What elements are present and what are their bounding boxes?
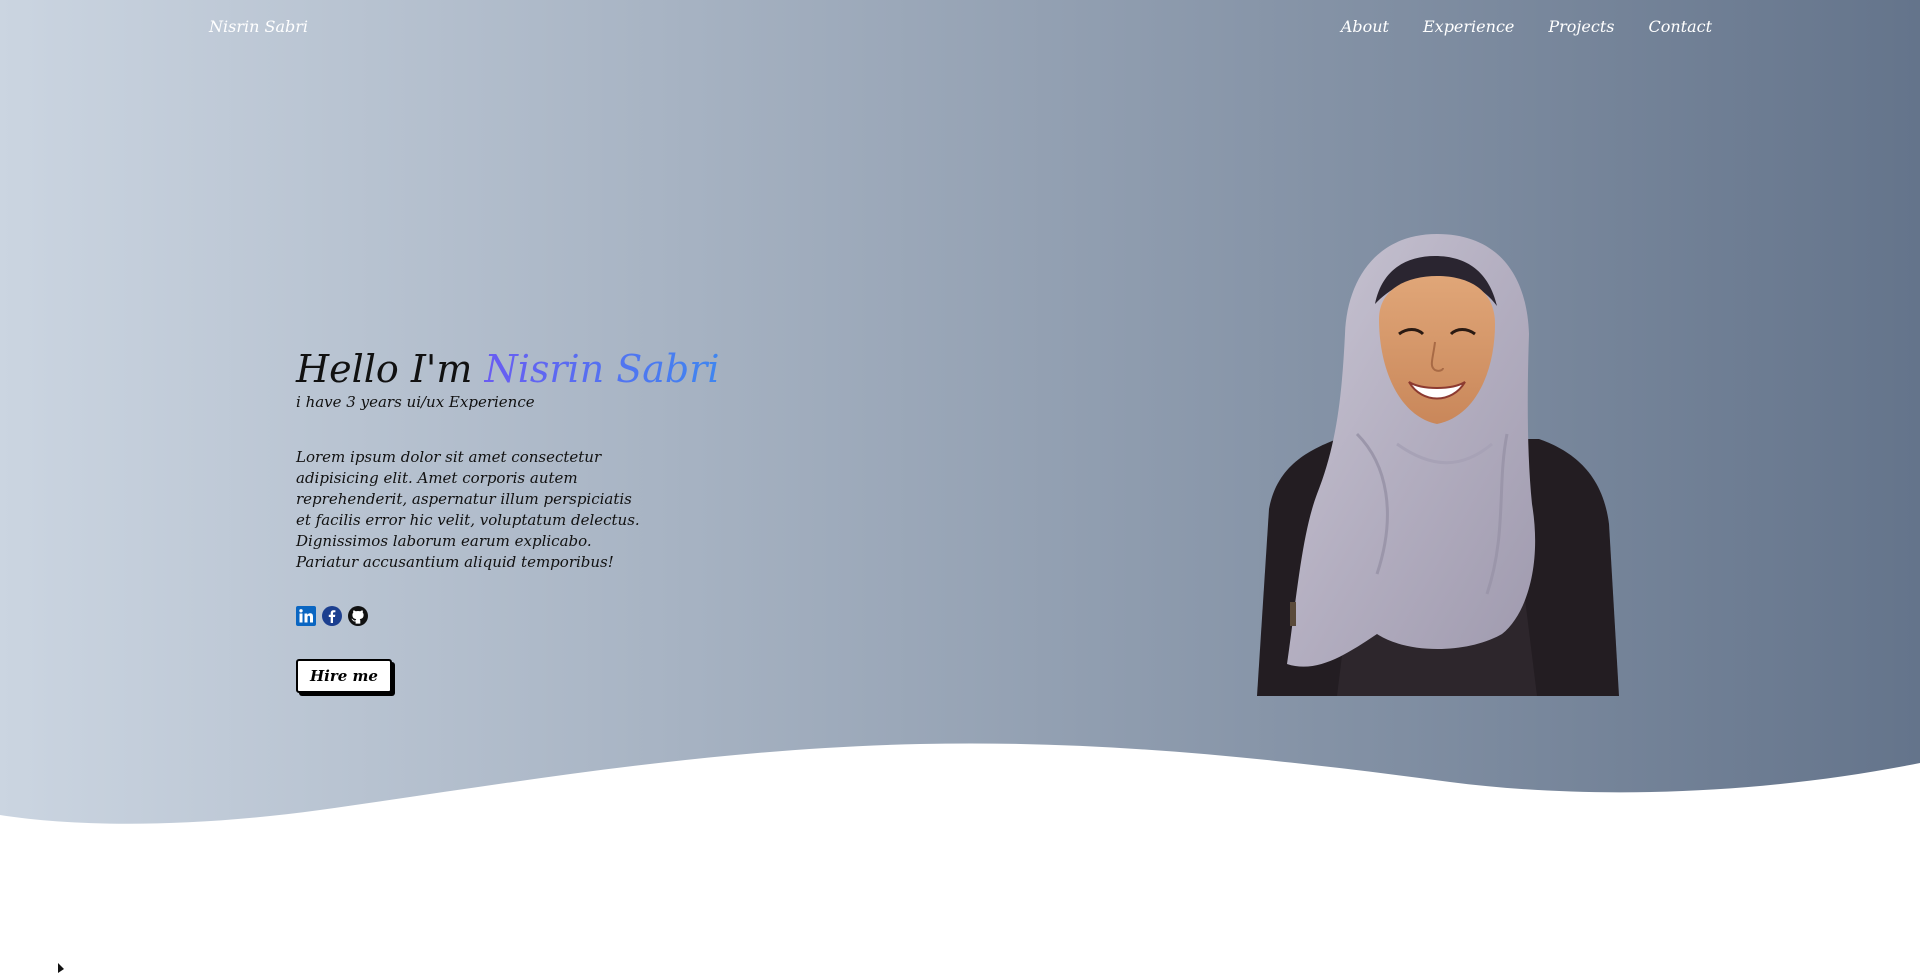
hire-me-button[interactable]: Hire me	[296, 659, 392, 693]
nav-link-about[interactable]: About	[1341, 17, 1389, 36]
nav-link-experience[interactable]: Experience	[1423, 17, 1514, 36]
hero-name: Nisrin Sabri	[484, 347, 720, 391]
nav-link-projects[interactable]: Projects	[1548, 17, 1614, 36]
intro-section: Hello I'm Nisrin Sabri i have 3 years ui…	[296, 345, 720, 693]
brand-logo-link[interactable]: Nisrin Sabri	[209, 17, 308, 36]
page: Nisrin Sabri About Experience Projects C…	[0, 0, 1920, 973]
hero-background	[0, 0, 1920, 824]
top-navbar: Nisrin Sabri About Experience Projects C…	[0, 0, 1920, 56]
greeting-text: Hello I'm	[296, 347, 485, 391]
hero-section: Nisrin Sabri About Experience Projects C…	[0, 0, 1920, 840]
facebook-icon[interactable]	[322, 606, 342, 626]
hero-subtitle: i have 3 years ui/ux Experience	[296, 393, 535, 411]
profile-photo	[1257, 234, 1619, 696]
social-links	[296, 606, 641, 626]
nav-links: About Experience Projects Contact	[1341, 17, 1712, 36]
hero-description: Lorem ipsum dolor sit amet consectetur a…	[296, 448, 640, 571]
cursor-arrow-icon	[58, 963, 64, 973]
github-icon[interactable]	[348, 606, 368, 626]
linkedin-icon[interactable]	[296, 606, 316, 626]
hero-heading: Hello I'm Nisrin Sabri	[296, 345, 720, 393]
nav-link-contact[interactable]: Contact	[1648, 17, 1712, 36]
